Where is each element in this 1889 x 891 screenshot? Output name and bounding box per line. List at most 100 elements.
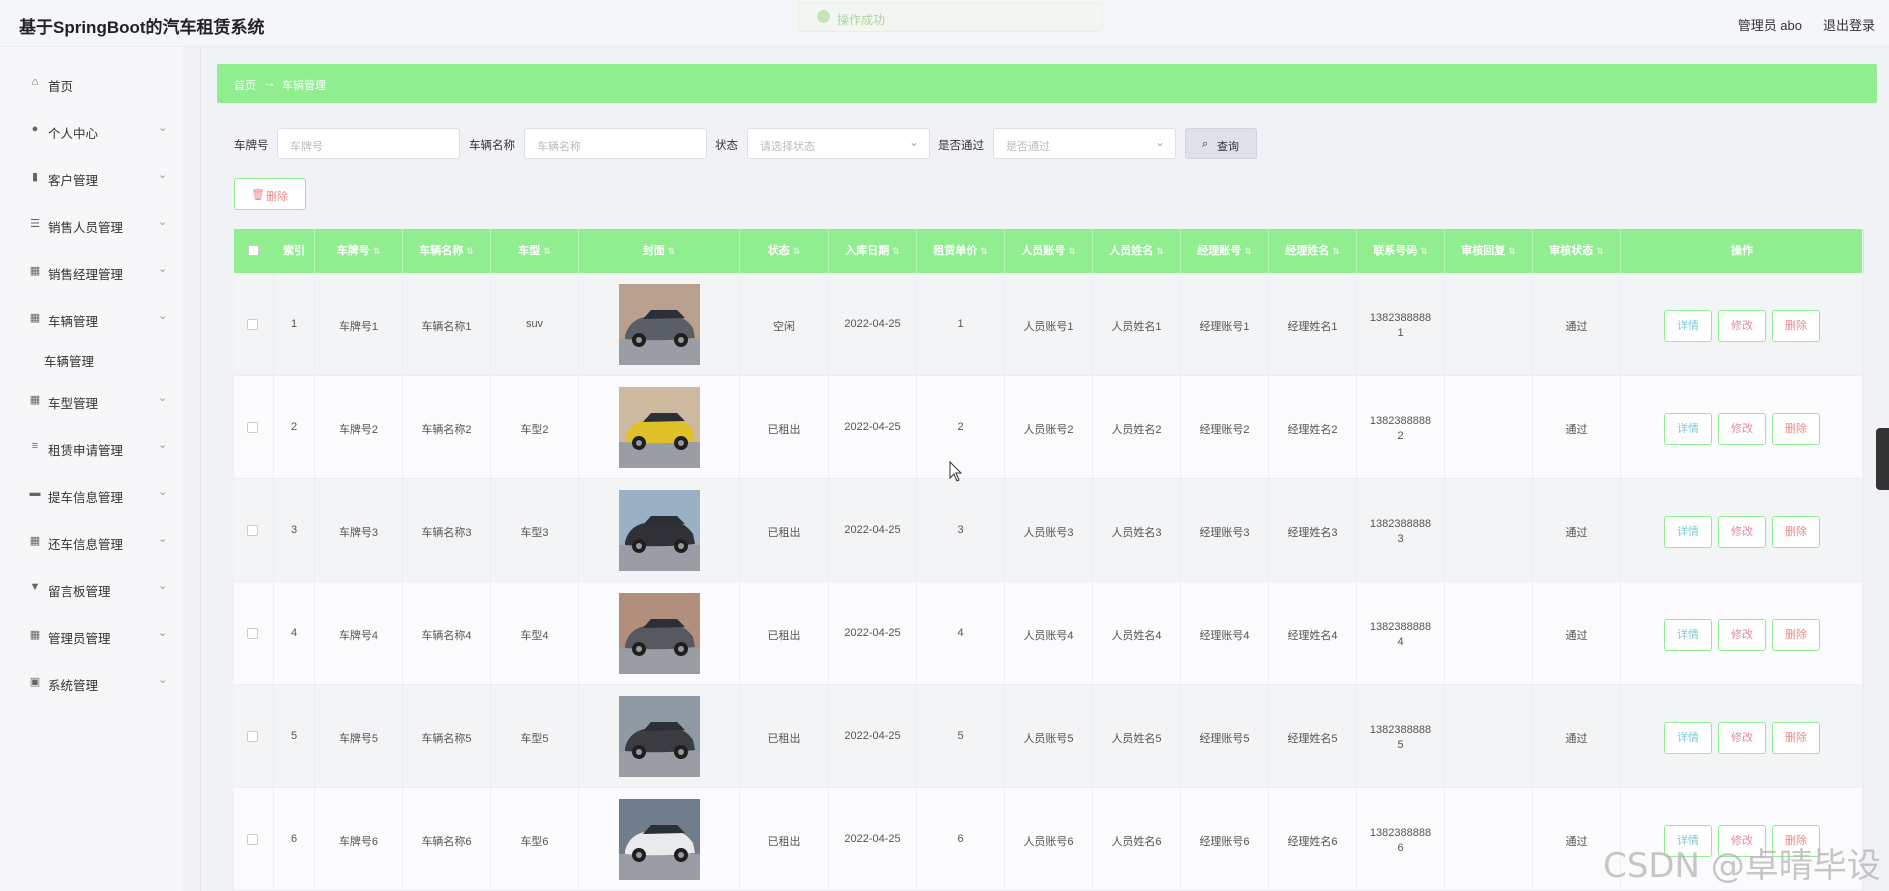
breadcrumb-home-link[interactable]: 首页 xyxy=(234,77,256,93)
sidebar-item-8[interactable]: ▦ 还车信息管理 ⌄ xyxy=(0,526,183,556)
breadcrumb-arrow-icon: → xyxy=(263,75,276,90)
table-cell: 2022-04-25 xyxy=(829,582,917,685)
row-checkbox[interactable] xyxy=(247,525,258,536)
delete-button[interactable]: 删除 xyxy=(1772,722,1820,754)
sidebar-item-6[interactable]: ≡ 租赁申请管理 ⌄ xyxy=(0,432,183,462)
table-cell: 1382388888 5 xyxy=(1357,685,1445,788)
column-header[interactable]: 租赁单价 ⇅ xyxy=(917,229,1005,273)
sidebar-item-label: 租赁申请管理 xyxy=(48,444,124,458)
column-header[interactable]: 审核回复 ⇅ xyxy=(1445,229,1533,273)
delete-button[interactable]: 删除 xyxy=(1772,619,1820,651)
phone-line-1: 1382388888 xyxy=(1369,518,1432,530)
table-cell: 车型4 xyxy=(491,582,579,685)
detail-button[interactable]: 详情 xyxy=(1664,310,1712,342)
edit-button[interactable]: 修改 xyxy=(1718,722,1766,754)
table-cell: 人员姓名1 xyxy=(1093,273,1181,376)
detail-button[interactable]: 详情 xyxy=(1664,722,1712,754)
row-checkbox[interactable] xyxy=(247,319,258,330)
chevron-down-icon: ⌄ xyxy=(158,627,168,639)
column-header[interactable]: 车型 ⇅ xyxy=(491,229,579,273)
logout-link[interactable]: 退出登录 xyxy=(1823,15,1875,34)
sort-icon: ⇅ xyxy=(543,246,551,256)
table-cell: 人员账号6 xyxy=(1005,788,1093,891)
sidebar-subitem-label: 车辆管理 xyxy=(44,355,95,369)
status-select[interactable]: 请选择状态 ⌄ xyxy=(747,128,930,159)
batch-delete-button[interactable]: 🗑 删除 xyxy=(234,178,306,210)
chevron-down-icon: ⌄ xyxy=(158,392,168,404)
column-header[interactable]: 经理姓名 ⇅ xyxy=(1269,229,1357,273)
row-checkbox[interactable] xyxy=(247,834,258,845)
vehicle-cover-image xyxy=(619,593,700,674)
vehicle-name-input[interactable]: 车辆名称 xyxy=(524,128,707,159)
staff_name-text: 人员姓名3 xyxy=(1111,527,1162,539)
column-header[interactable]: 人员姓名 ⇅ xyxy=(1093,229,1181,273)
delete-button[interactable]: 删除 xyxy=(1772,516,1820,548)
column-header[interactable]: 经理账号 ⇅ xyxy=(1181,229,1269,273)
detail-button[interactable]: 详情 xyxy=(1664,619,1712,651)
clipboard-icon: ▣ xyxy=(29,676,41,688)
audit-text: 通过 xyxy=(1565,321,1588,333)
column-header[interactable]: 状态 ⇅ xyxy=(740,229,829,273)
edit-button[interactable]: 修改 xyxy=(1718,413,1766,445)
column-header-label: 审核回复 xyxy=(1461,245,1506,257)
staff_acct-text: 人员账号6 xyxy=(1023,836,1074,848)
sidebar-item-5[interactable]: ▦ 车型管理 ⌄ xyxy=(0,385,183,415)
phone-line-2: 3 xyxy=(1397,533,1404,545)
table-cell xyxy=(1445,479,1533,582)
plate-input[interactable]: 车牌号 xyxy=(277,128,460,159)
table-cell: 详情 修改 删除 xyxy=(1621,273,1864,376)
delete-button[interactable]: 删除 xyxy=(1772,310,1820,342)
side-toggle-tab[interactable] xyxy=(1876,428,1889,490)
table-cell: 已租出 xyxy=(740,582,829,685)
column-header[interactable]: 车牌号 ⇅ xyxy=(315,229,403,273)
edit-button[interactable]: 修改 xyxy=(1718,516,1766,548)
detail-button[interactable]: 详情 xyxy=(1664,516,1712,548)
pass-select[interactable]: 是否通过 ⌄ xyxy=(993,128,1176,159)
sidebar-item-label: 销售人员管理 xyxy=(48,221,124,235)
row-checkbox[interactable] xyxy=(247,422,258,433)
column-header[interactable]: 入库日期 ⇅ xyxy=(829,229,917,273)
phone-cell-text: 1382388888 1 xyxy=(1357,311,1444,341)
sidebar-item-10[interactable]: ▦ 管理员管理 ⌄ xyxy=(0,620,183,650)
price-text: 1 xyxy=(957,318,964,330)
sidebar-item-0[interactable]: ● 个人中心 ⌄ xyxy=(0,115,183,145)
staff_acct-text: 人员账号2 xyxy=(1023,424,1074,436)
edit-button[interactable]: 修改 xyxy=(1718,310,1766,342)
detail-button[interactable]: 详情 xyxy=(1664,413,1712,445)
sidebar-item-9[interactable]: ▼ 留言板管理 ⌄ xyxy=(0,573,183,603)
edit-button[interactable]: 修改 xyxy=(1718,619,1766,651)
column-header[interactable]: 操作 xyxy=(1621,229,1864,273)
price-text: 6 xyxy=(957,833,964,845)
column-header[interactable]: 人员账号 ⇅ xyxy=(1005,229,1093,273)
grid-icon: ▦ xyxy=(29,312,41,324)
column-header[interactable]: 审核状态 ⇅ xyxy=(1533,229,1621,273)
sidebar-item-11[interactable]: ▣ 系统管理 ⌄ xyxy=(0,667,183,697)
column-header-label: 索引 xyxy=(283,245,305,257)
select-all-checkbox[interactable] xyxy=(248,245,259,256)
table-cell xyxy=(1445,376,1533,479)
name-text: 车辆名称2 xyxy=(421,424,472,436)
column-header[interactable]: 索引 xyxy=(274,229,315,273)
sidebar-item-2[interactable]: ☰ 销售人员管理 ⌄ xyxy=(0,209,183,239)
row-checkbox[interactable] xyxy=(247,628,258,639)
table-cell xyxy=(1445,582,1533,685)
sidebar-item-7[interactable]: ▬ 提车信息管理 ⌄ xyxy=(0,479,183,509)
sidebar-item-3[interactable]: ▦ 销售经理管理 ⌄ xyxy=(0,256,183,286)
query-button[interactable]: ⌕ 查询 xyxy=(1185,128,1257,159)
column-header[interactable]: 封面 ⇅ xyxy=(579,229,740,273)
sidebar-item-4[interactable]: ▦ 车辆管理 ⌄ xyxy=(0,303,183,333)
sidebar-subitem-vehicle[interactable]: 车辆管理 xyxy=(0,344,183,372)
price-text: 4 xyxy=(957,627,964,639)
table-cell: 车辆名称6 xyxy=(403,788,491,891)
row-checkbox[interactable] xyxy=(247,731,258,742)
sidebar-item-1[interactable]: ▮ 客户管理 ⌄ xyxy=(0,162,183,192)
column-header[interactable]: 联系号码 ⇅ xyxy=(1357,229,1445,273)
delete-button[interactable]: 删除 xyxy=(1772,413,1820,445)
column-header[interactable]: 车辆名称 ⇅ xyxy=(403,229,491,273)
sidebar-item-home[interactable]: ⌂ 首页 xyxy=(0,68,183,98)
grid-icon: ▦ xyxy=(29,535,41,547)
table-cell: 3 xyxy=(274,479,315,582)
success-toast: 操作成功 xyxy=(798,2,1103,32)
index-text: 6 xyxy=(290,833,298,845)
audit-text: 通过 xyxy=(1565,527,1588,539)
